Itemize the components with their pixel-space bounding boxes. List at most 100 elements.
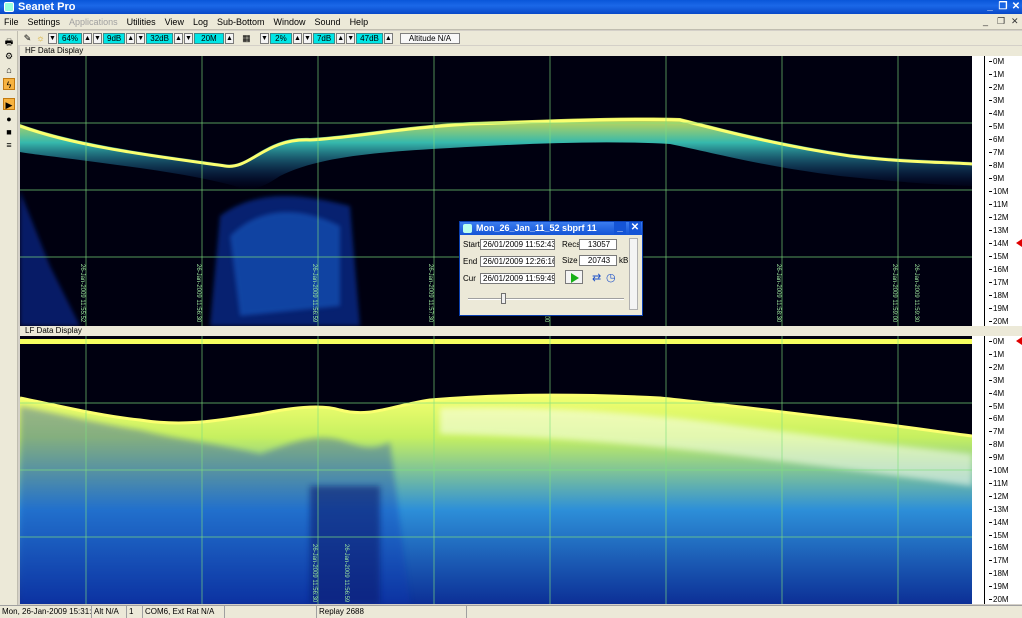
menu-utilities[interactable]: Utilities [127,17,156,27]
print-icon[interactable]: 🖶 [3,36,15,48]
lf-gain-up-button[interactable]: ▲ [292,32,302,44]
lf-panel-label: LF Data Display [20,326,1022,336]
status-port: COM6, Ext Rat N/A [143,606,225,618]
slider-thumb[interactable] [501,293,506,304]
depth-tick: 3M [988,375,1005,385]
range-up-button[interactable]: ▲ [224,32,234,44]
hf-range-db-up-button[interactable]: ▲ [173,32,183,44]
replay-dialog-title-bar[interactable]: Mon_26_Jan_11_52 sbprf 11 _ ✕ [460,222,642,235]
grid-icon[interactable]: ▦ [241,33,252,44]
range-down-button[interactable]: ▼ [183,32,193,44]
play-button[interactable] [565,270,583,284]
seanet-pro-window: Seanet Pro _ ❐ ✕ File Settings Application… [0,0,1022,618]
sun-icon[interactable]: ☼ [35,33,46,44]
end-time-field: 26/01/2009 12:26:16 PM [480,256,555,267]
depth-tick: 1M [988,349,1005,359]
depth-tick: 17M [989,278,1009,287]
hf-gain-field[interactable]: 64% [58,32,83,44]
lf-contrast-down-button[interactable]: ▼ [302,32,312,44]
replay-minimize-button[interactable]: _ [614,222,626,235]
hf-panel-label: HF Data Display [20,46,1022,56]
menu-log[interactable]: Log [193,17,208,27]
size-unit: kB [619,256,629,265]
lf-sonar-display[interactable]: 26-Jan-2009 11:56:30 26-Jan-2009 11:56:59 [20,336,972,604]
stop-icon[interactable]: ■ [3,126,15,138]
replay-close-button[interactable]: ✕ [629,222,641,235]
lf-gain-down-button[interactable]: ▼ [259,32,269,44]
depth-tick: 16M [989,265,1009,274]
replay-dialog-scrollbar[interactable] [629,238,638,310]
depth-tick: 8M [988,161,1005,170]
recs-label: Recs [562,240,581,249]
lf-range-db-up-button[interactable]: ▲ [383,32,393,44]
replay-dialog: Mon_26_Jan_11_52 sbprf 11 _ ✕ Start 26/0… [459,221,643,316]
hf-scale-axis [984,56,985,326]
status-replay: Replay 2688 [317,606,467,618]
menu-applications[interactable]: Applications [69,17,118,27]
device-icon[interactable]: ⌂ [3,64,15,76]
depth-tick: 18M [989,291,1009,300]
lf-gain-field[interactable]: 2% [269,32,292,44]
menu-help[interactable]: Help [350,17,369,27]
lf-contrast-field[interactable]: 7dB [312,32,336,44]
start-label: Start [463,240,480,249]
play-icon[interactable]: ▶ [3,98,15,110]
status-bar: Mon, 26-Jan-2009 15:31:11 Alt N/A 1 COM6… [0,605,1022,618]
settings-icon[interactable]: ≡ [3,139,15,151]
depth-tick: 9M [988,453,1005,463]
menu-view[interactable]: View [165,17,184,27]
flash-icon[interactable]: ϟ [3,78,15,90]
mdi-minimize-button[interactable]: _ [983,16,988,26]
depth-tick: 13M [989,504,1009,514]
range-field[interactable]: 20M [193,32,224,44]
menu-settings[interactable]: Settings [28,17,61,27]
menu-file[interactable]: File [4,17,19,27]
current-time-field: 26/01/2009 11:59:49 AM [480,273,555,284]
size-label: Size [562,256,578,265]
depth-tick: 18M [989,569,1009,579]
hf-gain-down-button[interactable]: ▼ [48,32,57,44]
hf-range-db-field[interactable]: 32dB [146,32,173,44]
depth-tick: 4M [988,388,1005,398]
depth-tick: 10M [989,187,1009,196]
lf-range-db-field[interactable]: 47dB [356,32,383,44]
depth-tick: 20M [989,595,1009,604]
depth-tick: 3M [988,96,1005,105]
pen-icon[interactable]: ✎ [22,33,33,44]
menu-sub-bottom[interactable]: Sub-Bottom [217,17,265,27]
hf-gain-up-button[interactable]: ▲ [83,32,93,44]
menu-window[interactable]: Window [274,17,306,27]
menu-sound[interactable]: Sound [315,17,341,27]
cur-label: Cur [463,274,476,283]
close-button[interactable]: ✕ [1010,1,1022,13]
depth-tick: 7M [988,427,1005,437]
hf-contrast-field[interactable]: 9dB [103,32,126,44]
depth-marker-icon[interactable] [1016,337,1022,345]
minimize-button[interactable]: _ [984,1,996,13]
lf-range-db-down-button[interactable]: ▼ [346,32,356,44]
depth-tick: 11M [989,478,1008,488]
recs-field: 13057 [579,239,617,250]
time-mark-label: 26-Jan-2009 11:56:59 [343,544,349,603]
depth-marker-icon[interactable] [1016,239,1022,247]
depth-tick: 16M [989,543,1009,553]
lf-contrast-up-button[interactable]: ▲ [336,32,346,44]
depth-tick: 17M [989,556,1009,566]
hf-range-db-down-button[interactable]: ▼ [136,32,146,44]
loop-icon[interactable]: ⇄ [592,271,601,284]
record-icon[interactable]: ● [3,113,15,125]
status-count: 1 [127,606,143,618]
hf-contrast-down-button[interactable]: ▼ [93,32,103,44]
sonar-setup-icon[interactable]: ⚙ [3,50,15,62]
hf-contrast-up-button[interactable]: ▲ [126,32,136,44]
start-time-field: 26/01/2009 11:52:43 AM [480,239,555,250]
clock-icon[interactable]: ◷ [606,271,616,284]
depth-tick: 10M [989,466,1009,475]
side-toolbar: 🖶 ⚙ ⌂ ϟ ▶ ● ■ ≡ [0,31,18,605]
mdi-close-button[interactable]: ✕ [1011,16,1019,27]
replay-position-slider[interactable] [468,293,624,304]
depth-tick: 1M [988,70,1005,79]
mdi-restore-button[interactable]: ❐ [997,16,1005,27]
restore-button[interactable]: ❐ [997,1,1009,13]
time-mark-label: 26-Jan-2009 11:56:30 [195,264,201,323]
